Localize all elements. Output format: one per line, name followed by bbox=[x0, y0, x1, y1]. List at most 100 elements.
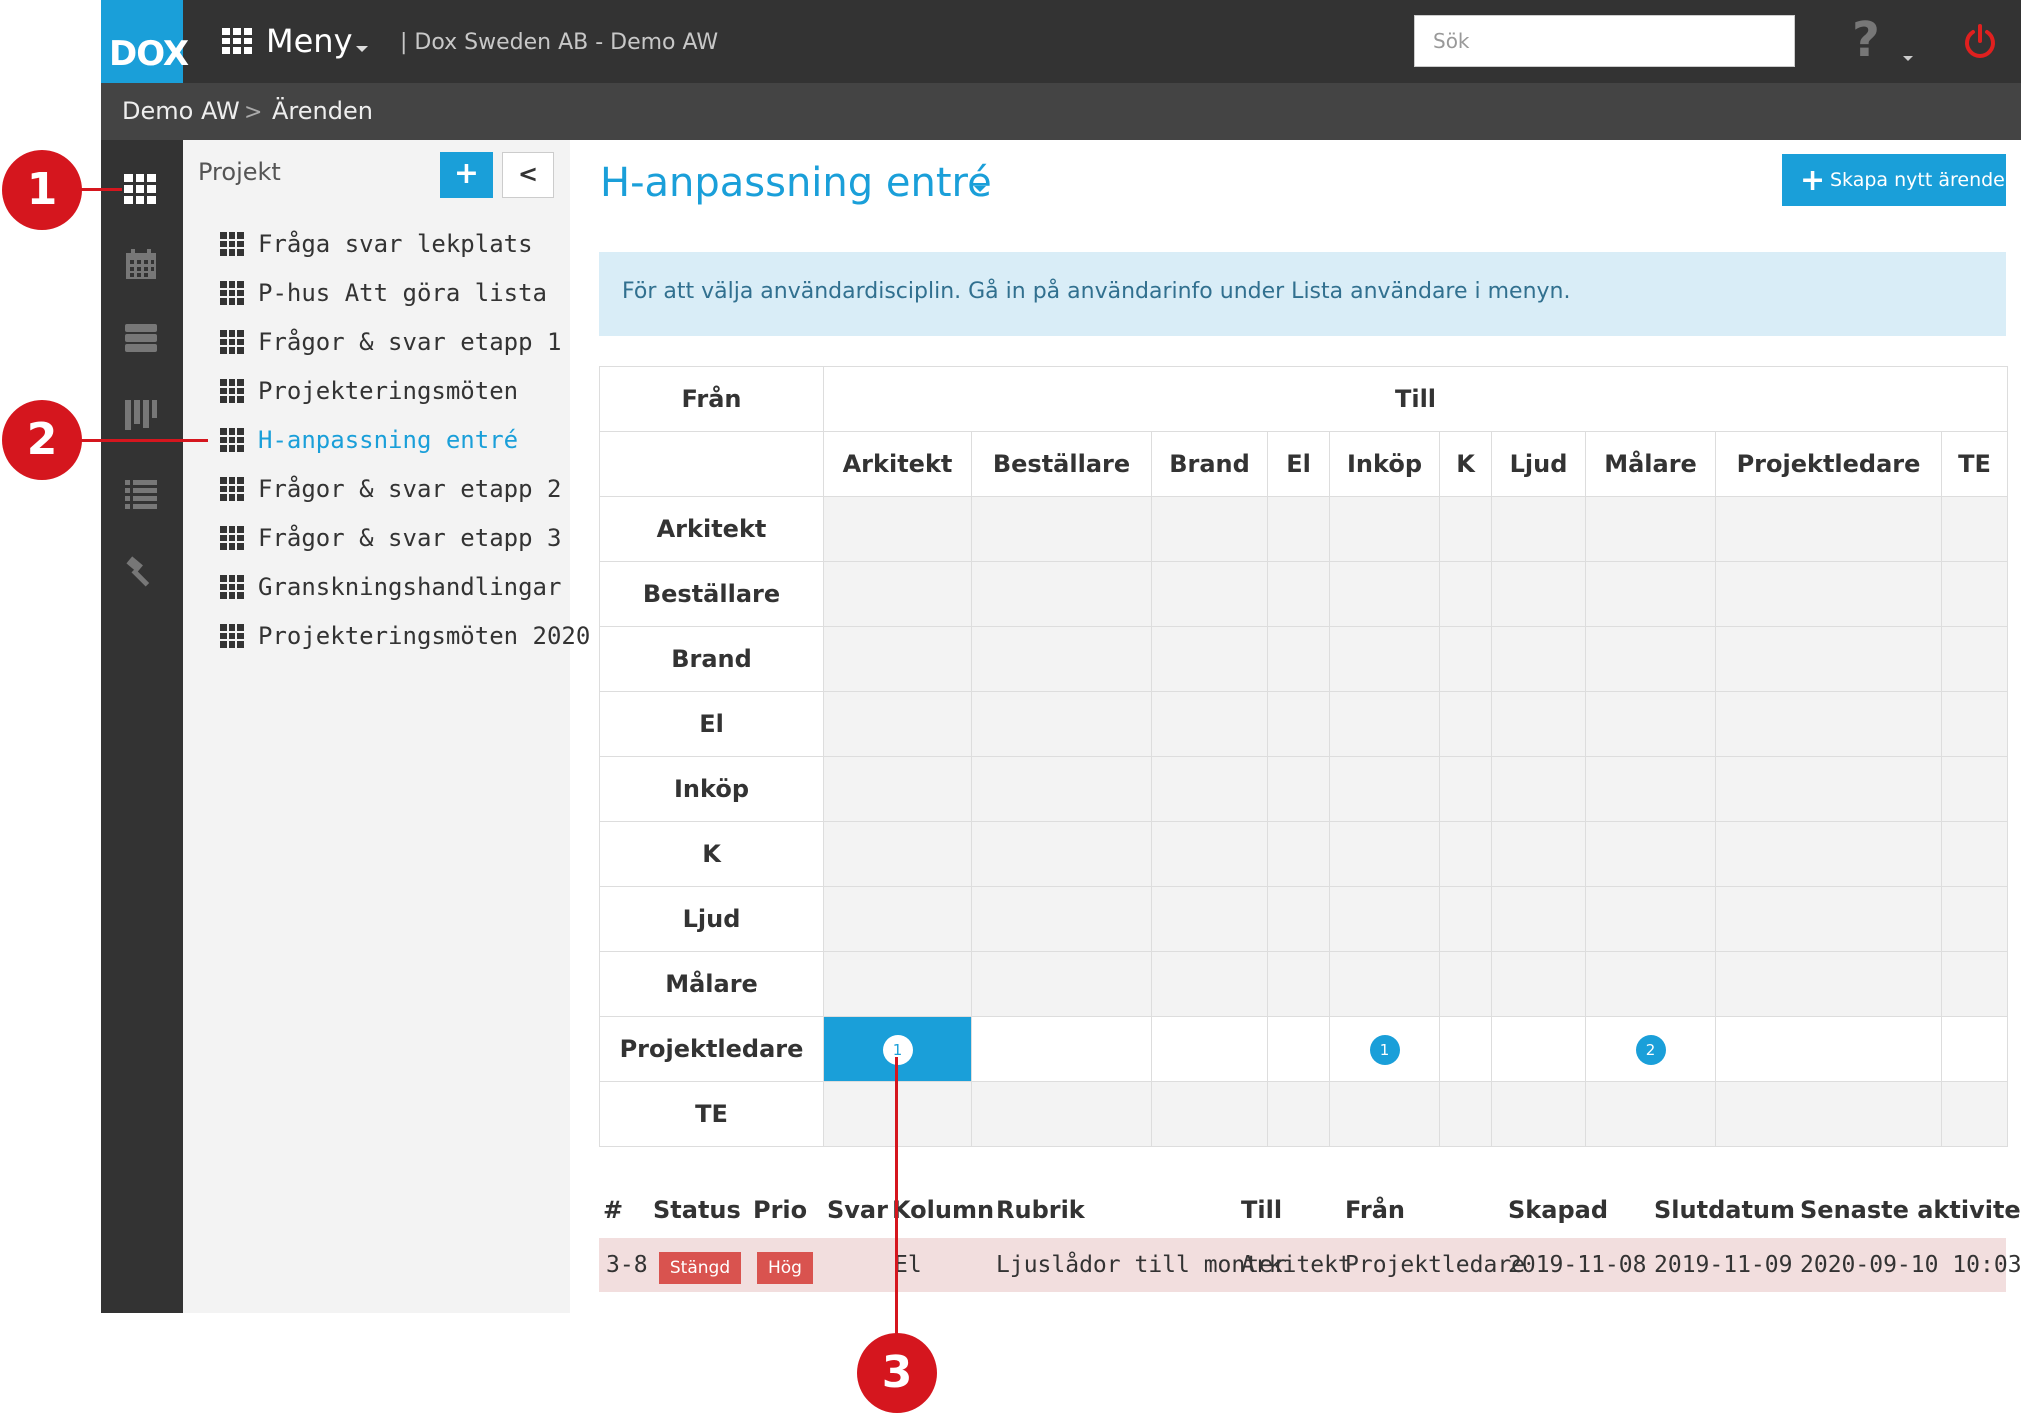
matrix-cell[interactable] bbox=[1941, 1081, 2008, 1147]
matrix-cell[interactable] bbox=[1329, 821, 1440, 887]
matrix-cell[interactable] bbox=[1329, 496, 1440, 562]
matrix-cell[interactable] bbox=[1151, 1081, 1268, 1147]
matrix-cell[interactable] bbox=[1941, 886, 2008, 952]
matrix-cell[interactable] bbox=[1585, 691, 1716, 757]
matrix-cell[interactable] bbox=[1439, 951, 1492, 1017]
matrix-cell[interactable] bbox=[971, 886, 1152, 952]
matrix-cell[interactable] bbox=[971, 626, 1152, 692]
matrix-cell[interactable] bbox=[1715, 821, 1942, 887]
matrix-cell[interactable] bbox=[1585, 626, 1716, 692]
page-title[interactable]: H-anpassning entré bbox=[600, 160, 992, 206]
matrix-cell[interactable] bbox=[1151, 691, 1268, 757]
matrix-cell[interactable] bbox=[1267, 496, 1330, 562]
breadcrumb-item-demo-aw[interactable]: Demo AW bbox=[122, 97, 240, 125]
project-list-item[interactable]: Projekteringsmöten 2020 bbox=[220, 618, 590, 654]
matrix-cell[interactable] bbox=[1491, 1016, 1586, 1082]
chevron-down-icon[interactable] bbox=[356, 46, 368, 52]
matrix-cell[interactable] bbox=[1715, 626, 1942, 692]
matrix-cell[interactable] bbox=[1715, 496, 1942, 562]
matrix-cell[interactable] bbox=[823, 691, 972, 757]
matrix-cell[interactable] bbox=[1585, 951, 1716, 1017]
issue-table-header[interactable]: Senaste aktivitet bbox=[1800, 1196, 2021, 1224]
matrix-cell[interactable]: 1 bbox=[1329, 1016, 1440, 1082]
matrix-cell[interactable] bbox=[1267, 1081, 1330, 1147]
matrix-cell[interactable] bbox=[1329, 1081, 1440, 1147]
chevron-down-icon[interactable] bbox=[974, 186, 986, 192]
list-icon[interactable] bbox=[124, 478, 158, 510]
matrix-cell[interactable] bbox=[1439, 1081, 1492, 1147]
matrix-cell[interactable] bbox=[1151, 496, 1268, 562]
matrix-cell[interactable] bbox=[1151, 1016, 1268, 1082]
power-icon[interactable] bbox=[1962, 24, 1998, 60]
add-project-button[interactable]: + bbox=[440, 152, 493, 198]
matrix-cell[interactable] bbox=[971, 756, 1152, 822]
matrix-cell[interactable] bbox=[1491, 1081, 1586, 1147]
calendar-icon[interactable] bbox=[124, 248, 158, 280]
matrix-cell[interactable] bbox=[1151, 626, 1268, 692]
matrix-cell[interactable] bbox=[1715, 561, 1942, 627]
matrix-cell[interactable] bbox=[1715, 1081, 1942, 1147]
matrix-cell[interactable] bbox=[823, 951, 972, 1017]
collapse-panel-button[interactable]: < bbox=[502, 152, 554, 198]
issue-table-header[interactable]: Prio bbox=[753, 1196, 807, 1224]
matrix-cell[interactable] bbox=[1267, 951, 1330, 1017]
matrix-cell[interactable] bbox=[1329, 691, 1440, 757]
issue-table-header[interactable]: Från bbox=[1345, 1196, 1405, 1224]
matrix-cell[interactable] bbox=[1151, 886, 1268, 952]
matrix-cell[interactable] bbox=[823, 626, 972, 692]
matrix-cell[interactable] bbox=[1491, 496, 1586, 562]
matrix-cell[interactable] bbox=[971, 691, 1152, 757]
menu-grid-icon[interactable] bbox=[222, 28, 252, 54]
matrix-cell[interactable] bbox=[1715, 691, 1942, 757]
matrix-cell[interactable] bbox=[1329, 561, 1440, 627]
chevron-down-icon[interactable] bbox=[1903, 56, 1913, 61]
server-icon[interactable] bbox=[124, 322, 158, 354]
matrix-cell[interactable] bbox=[1715, 951, 1942, 1017]
matrix-cell[interactable] bbox=[1267, 1016, 1330, 1082]
matrix-cell[interactable] bbox=[1267, 886, 1330, 952]
matrix-cell[interactable] bbox=[1491, 821, 1586, 887]
matrix-cell[interactable] bbox=[823, 821, 972, 887]
matrix-cell[interactable] bbox=[1941, 1016, 2008, 1082]
matrix-cell[interactable] bbox=[1941, 951, 2008, 1017]
project-list-item[interactable]: Projekteringsmöten bbox=[220, 373, 518, 409]
issue-table-header[interactable]: Till bbox=[1241, 1196, 1282, 1224]
project-list-item[interactable]: Frågor & svar etapp 3 bbox=[220, 520, 561, 556]
matrix-cell[interactable] bbox=[1329, 951, 1440, 1017]
issue-table-header[interactable]: Kolumn bbox=[892, 1196, 994, 1224]
matrix-cell[interactable] bbox=[823, 561, 972, 627]
matrix-cell[interactable] bbox=[1715, 886, 1942, 952]
matrix-cell[interactable] bbox=[1585, 561, 1716, 627]
matrix-cell[interactable] bbox=[823, 756, 972, 822]
matrix-cell[interactable] bbox=[1941, 756, 2008, 822]
matrix-cell[interactable] bbox=[1151, 821, 1268, 887]
matrix-cell[interactable] bbox=[1267, 691, 1330, 757]
plus-icon[interactable]: + bbox=[1800, 163, 1825, 198]
project-list-item[interactable]: P-hus Att göra lista bbox=[220, 275, 547, 311]
project-list-item[interactable]: Granskningshandlingar bbox=[220, 569, 561, 605]
matrix-cell[interactable] bbox=[1439, 1016, 1492, 1082]
matrix-cell[interactable] bbox=[971, 1016, 1152, 1082]
matrix-cell[interactable] bbox=[1491, 691, 1586, 757]
matrix-cell[interactable] bbox=[823, 886, 972, 952]
issue-id[interactable]: 3-8 bbox=[606, 1252, 648, 1278]
matrix-cell[interactable] bbox=[971, 951, 1152, 1017]
matrix-cell[interactable] bbox=[1585, 496, 1716, 562]
matrix-cell[interactable] bbox=[1491, 886, 1586, 952]
matrix-cell[interactable] bbox=[1585, 886, 1716, 952]
matrix-cell[interactable] bbox=[1941, 626, 2008, 692]
matrix-cell[interactable] bbox=[1941, 691, 2008, 757]
matrix-cell[interactable] bbox=[1439, 626, 1492, 692]
matrix-cell[interactable] bbox=[1491, 756, 1586, 822]
matrix-cell[interactable] bbox=[1585, 756, 1716, 822]
search-input[interactable] bbox=[1414, 15, 1795, 67]
matrix-cell[interactable] bbox=[1585, 1081, 1716, 1147]
gavel-icon[interactable] bbox=[124, 556, 158, 588]
matrix-cell[interactable] bbox=[1439, 496, 1492, 562]
menu-button[interactable]: Meny bbox=[266, 22, 353, 60]
matrix-cell[interactable] bbox=[1267, 821, 1330, 887]
issue-count-badge[interactable]: 2 bbox=[1635, 1035, 1666, 1065]
dox-logo[interactable]: DOX bbox=[101, 0, 189, 83]
grid-icon[interactable] bbox=[124, 174, 156, 204]
issue-count-badge[interactable]: 1 bbox=[1369, 1035, 1400, 1065]
